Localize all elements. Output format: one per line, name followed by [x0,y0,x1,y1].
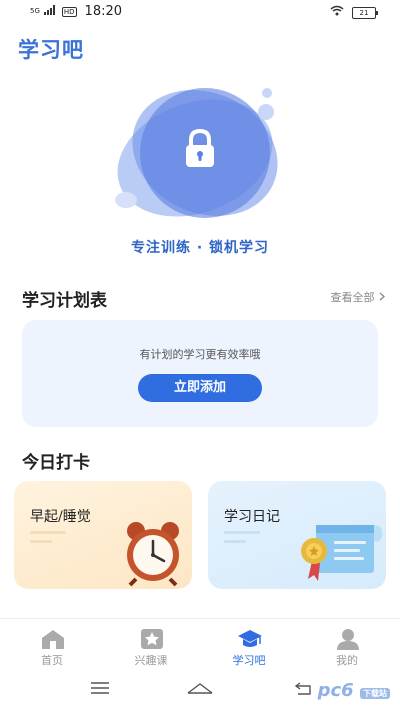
status-left: 5G HD 18:20 [30,4,122,19]
lock-hero-button[interactable] [101,66,299,240]
status-bar: 5G HD 18:20 21 [0,0,400,24]
alarm-clock-icon [118,517,188,589]
watermark-logo: pc6 下载站 [318,680,390,701]
network-badge: HD [61,6,77,17]
status-right: 21 [330,5,378,20]
user-icon [337,629,359,650]
bottom-tab-bar: 首页 兴趣课 学习吧 我的 [0,618,400,671]
tab-label: 我的 [336,654,358,667]
home-icon [42,630,64,649]
certificate-scroll-icon [294,521,384,587]
card-decor-line [30,531,66,534]
card-title: 学习日记 [224,509,280,525]
tab-interest-courses[interactable]: 兴趣课 [101,619,201,671]
back-icon[interactable] [294,680,314,699]
lock-icon [178,126,222,170]
tab-me[interactable]: 我的 [297,619,397,671]
hero-bubble [262,88,272,98]
watermark-suffix: 下载站 [360,688,390,699]
add-plan-button[interactable]: 立即添加 [138,374,262,402]
wifi-icon [330,5,344,20]
chevron-right-icon [378,291,386,304]
checkin-card-study-diary[interactable]: 学习日记 [208,481,386,589]
menu-icon[interactable] [90,680,110,699]
plan-tip: 有计划的学习更有效率哦 [139,348,261,361]
system-nav-bar: pc6 下载站 [0,670,400,711]
hero-caption: 专注训练 · 锁机学习 [130,240,270,256]
card-decor-line [224,540,246,543]
star-icon [141,629,163,649]
card-decor-line [30,540,52,543]
view-all-link[interactable]: 查看全部 [331,289,387,305]
hero-bubble [258,104,274,120]
card-decor-line [224,531,260,534]
checkin-card-wake-sleep[interactable]: 早起/睡觉 [14,481,192,589]
graduation-cap-icon [238,630,262,647]
app-title: 学习吧 [18,38,84,62]
tab-label: 学习吧 [232,654,266,667]
plan-section-title: 学习计划表 [22,291,107,311]
watermark-text: pc6 [317,680,354,701]
status-time: 18:20 [84,4,123,19]
hero-bubble [115,192,137,208]
signal-bars-icon [43,4,58,19]
plan-card: 有计划的学习更有效率哦 立即添加 [22,320,378,427]
card-title: 早起/睡觉 [30,509,91,525]
tab-label: 兴趣课 [134,654,168,667]
signal-indicator: 5G [30,7,40,15]
battery-icon: 21 [352,6,378,19]
tab-home[interactable]: 首页 [2,619,102,671]
view-all-label: 查看全部 [330,291,375,304]
home-nav-icon[interactable] [186,680,214,699]
checkin-section-title: 今日打卡 [22,453,90,473]
tab-label: 首页 [41,654,63,667]
tab-study[interactable]: 学习吧 [199,619,299,671]
